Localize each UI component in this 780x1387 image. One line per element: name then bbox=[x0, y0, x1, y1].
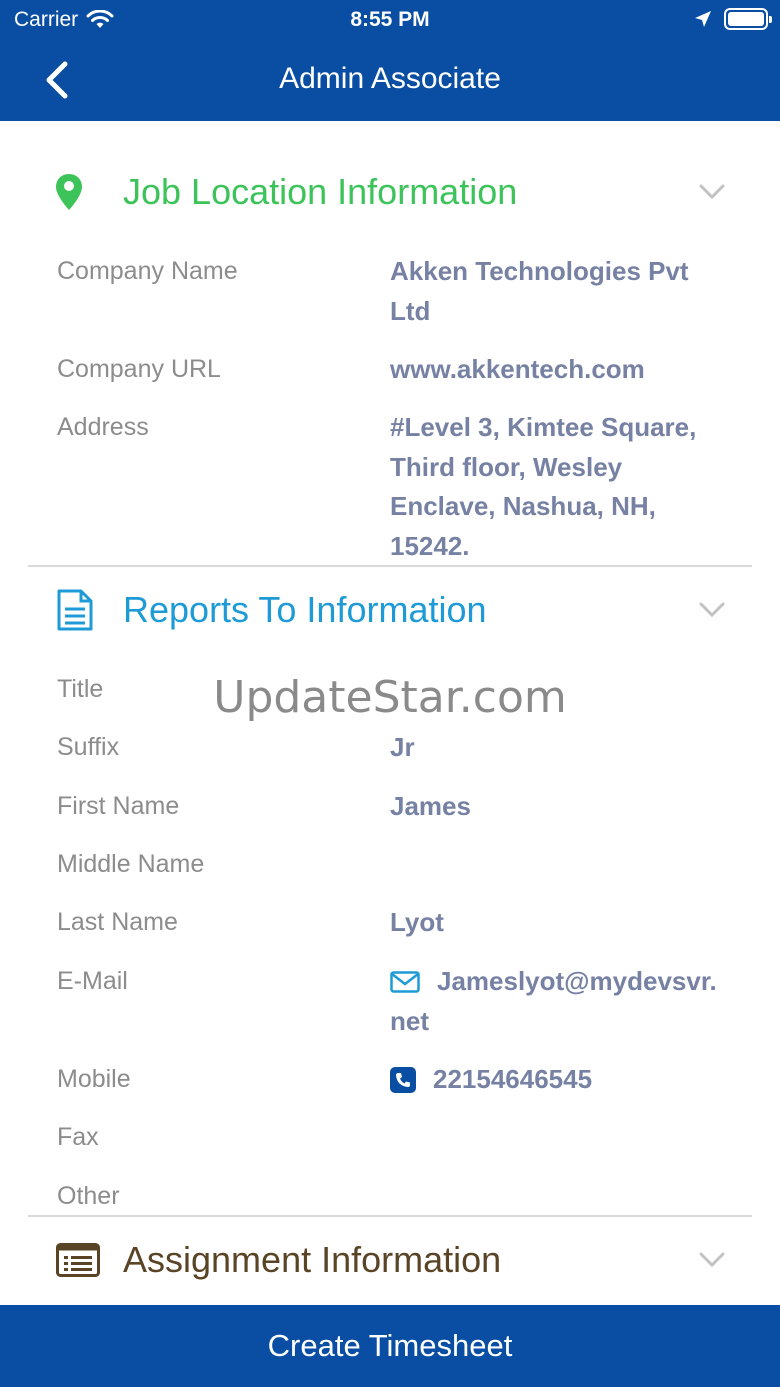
status-right bbox=[694, 8, 772, 30]
email-value[interactable]: Jameslyot@mydevsvr.net bbox=[390, 962, 730, 1041]
email-label: E-Mail bbox=[57, 967, 128, 995]
section-divider bbox=[28, 1215, 752, 1217]
top-bar: Carrier 8:55 PM Admin Associate bbox=[0, 0, 780, 121]
address-value: #Level 3, Kimtee Square, Third floor, We… bbox=[390, 412, 697, 561]
suffix-value: Jr bbox=[390, 732, 415, 762]
create-timesheet-button[interactable]: Create Timesheet bbox=[0, 1305, 780, 1387]
last-name-value: Lyot bbox=[390, 907, 444, 937]
status-bar: Carrier 8:55 PM bbox=[0, 0, 780, 40]
fax-label: Fax bbox=[57, 1123, 99, 1151]
other-label: Other bbox=[57, 1182, 120, 1210]
battery-icon bbox=[724, 8, 772, 30]
middle-name-label: Middle Name bbox=[57, 850, 205, 878]
company-name-label: Company Name bbox=[57, 257, 238, 285]
envelope-icon bbox=[390, 971, 420, 993]
list-card-icon bbox=[56, 1243, 100, 1277]
reports-to-header[interactable]: Reports To Information bbox=[0, 570, 780, 650]
mobile-label: Mobile bbox=[57, 1065, 131, 1093]
assignment-header[interactable]: Assignment Information bbox=[0, 1220, 780, 1300]
chevron-down-icon bbox=[699, 184, 725, 200]
section-title-reports-to: Reports To Information bbox=[123, 589, 487, 630]
chevron-down-icon bbox=[699, 602, 725, 618]
document-icon bbox=[57, 589, 93, 631]
suffix-label: Suffix bbox=[57, 733, 120, 761]
company-url-label: Company URL bbox=[57, 355, 221, 383]
first-name-value: James bbox=[390, 791, 471, 821]
section-title-job-location: Job Location Information bbox=[123, 171, 518, 212]
status-time: 8:55 PM bbox=[350, 8, 430, 31]
last-name-label: Last Name bbox=[57, 908, 178, 936]
job-location-header[interactable]: Job Location Information bbox=[0, 152, 780, 232]
first-name-label: First Name bbox=[57, 792, 180, 820]
email-text: Jameslyot@mydevsvr.net bbox=[390, 966, 717, 1036]
address-label: Address bbox=[57, 413, 149, 441]
chevron-down-icon bbox=[699, 1252, 725, 1268]
section-title-assignment: Assignment Information bbox=[123, 1239, 502, 1280]
location-arrow-icon bbox=[695, 11, 711, 27]
mobile-text: 22154646545 bbox=[433, 1064, 593, 1094]
navigation-bar: Admin Associate bbox=[0, 40, 780, 121]
map-pin-icon bbox=[56, 174, 82, 210]
company-name-value: Akken Technologies Pvt Ltd bbox=[390, 256, 689, 326]
watermark-text: UpdateStar.com bbox=[213, 672, 567, 723]
phone-icon bbox=[390, 1067, 416, 1093]
section-divider bbox=[28, 565, 752, 567]
page-title: Admin Associate bbox=[279, 62, 501, 95]
company-url-value[interactable]: www.akkentech.com bbox=[390, 350, 730, 390]
mobile-value[interactable]: 22154646545 bbox=[390, 1060, 730, 1100]
